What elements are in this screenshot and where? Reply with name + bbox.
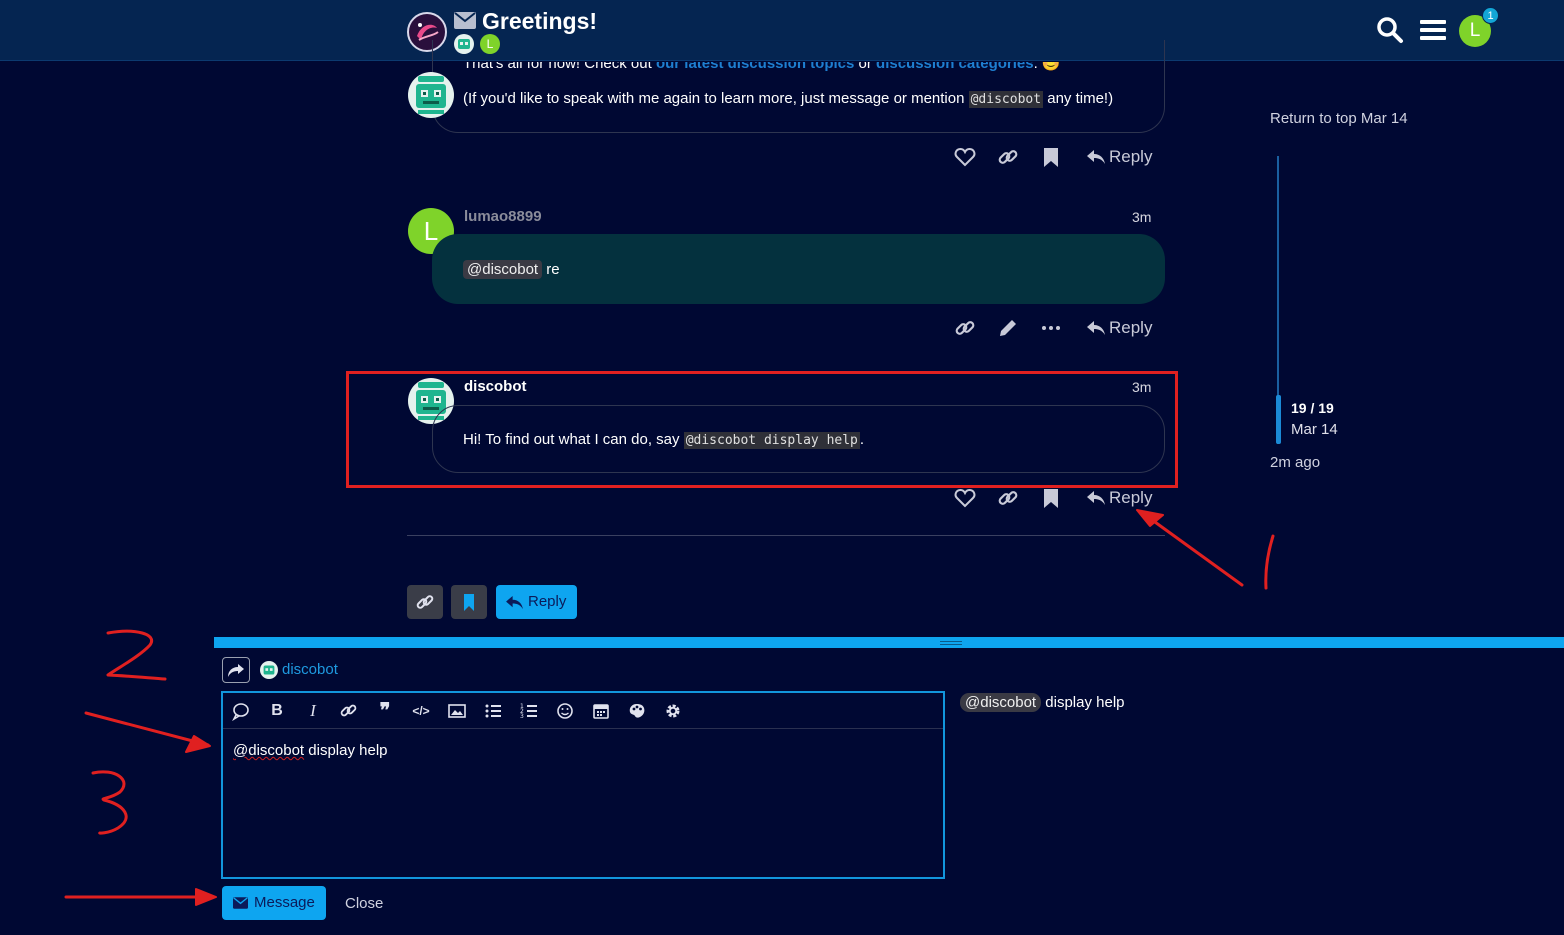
annotation-overlay bbox=[64, 509, 1275, 906]
annotation-digit-3 bbox=[91, 770, 128, 835]
annotation-arrowhead-2 bbox=[185, 735, 211, 753]
annotation-arrowhead-3 bbox=[195, 888, 217, 906]
annotation-arrow-1 bbox=[1146, 515, 1244, 587]
annotation-arrow-2 bbox=[84, 711, 210, 747]
annotation-digit-1 bbox=[1264, 534, 1275, 590]
annotation-digit-2 bbox=[106, 629, 167, 681]
